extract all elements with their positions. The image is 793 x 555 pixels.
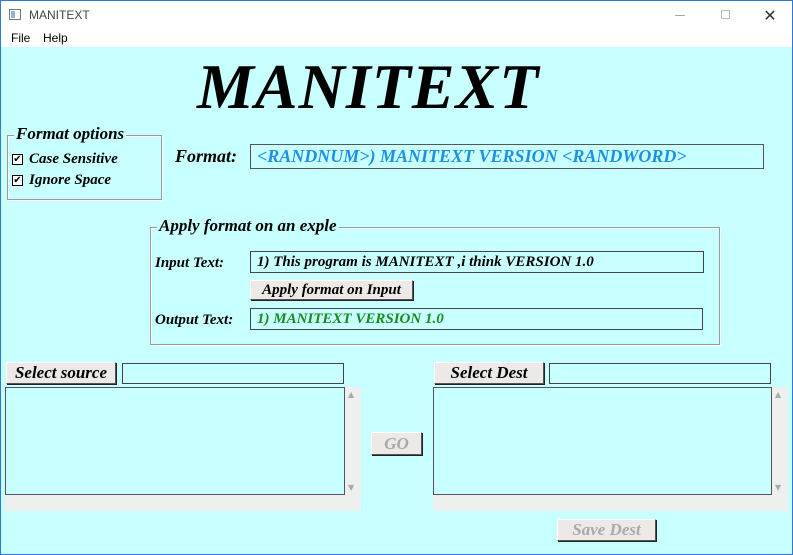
output-text-field[interactable]: 1) MANITEXT VERSION 1.0: [250, 308, 703, 330]
case-sensitive-label[interactable]: Case Sensitive: [29, 151, 118, 168]
format-input-value: <RANDNUM>) MANITEXT VERSION <RANDWORD>: [257, 146, 687, 166]
case-sensitive-checkbox[interactable]: ✔: [12, 154, 23, 165]
maximize-button[interactable]: [703, 1, 749, 30]
scroll-up-icon[interactable]: ▲: [775, 390, 781, 399]
select-dest-button[interactable]: Select Dest: [434, 362, 544, 384]
ignore-space-label[interactable]: Ignore Space: [29, 172, 111, 189]
source-textarea[interactable]: [5, 387, 345, 495]
input-text-label: Input Text:: [155, 255, 225, 271]
apply-example-title: Apply format on an exple: [157, 216, 339, 236]
format-options-title: Format options: [14, 124, 127, 144]
input-text-value: 1) This program is MANITEXT ,i think VER…: [257, 254, 594, 270]
input-text-field[interactable]: 1) This program is MANITEXT ,i think VER…: [250, 251, 704, 273]
output-text-label: Output Text:: [155, 312, 234, 328]
source-horizontal-scrollbar[interactable]: [5, 495, 361, 511]
menu-help[interactable]: Help: [43, 31, 68, 45]
title-bar: MANITEXT ✕: [1, 1, 792, 30]
close-button[interactable]: ✕: [747, 1, 792, 30]
maximize-icon: [721, 10, 730, 19]
dest-path-field[interactable]: [549, 363, 771, 384]
minimize-button[interactable]: [657, 1, 703, 30]
format-label: Format:: [175, 146, 238, 166]
scroll-down-icon[interactable]: ▼: [775, 483, 781, 492]
app-heading: MANITEXT: [197, 51, 540, 122]
go-button[interactable]: GO: [371, 432, 422, 455]
scroll-down-icon[interactable]: ▼: [348, 483, 354, 492]
apply-format-button[interactable]: Apply format on Input: [250, 280, 413, 300]
format-input[interactable]: <RANDNUM>) MANITEXT VERSION <RANDWORD>: [250, 144, 764, 169]
ignore-space-checkbox[interactable]: ✔: [12, 175, 23, 186]
menu-bar: File Help: [1, 30, 792, 47]
close-icon: ✕: [763, 6, 777, 25]
app-window: MANITEXT ✕ File Help MANITEXT Format opt…: [0, 0, 793, 555]
menu-file[interactable]: File: [11, 31, 30, 45]
source-path-field[interactable]: [122, 363, 344, 384]
scroll-up-icon[interactable]: ▲: [348, 390, 354, 399]
app-icon: [9, 9, 21, 20]
dest-horizontal-scrollbar[interactable]: [433, 495, 788, 511]
source-vertical-scrollbar[interactable]: ▲ ▼: [345, 387, 361, 495]
window-title: MANITEXT: [29, 8, 90, 22]
save-dest-button[interactable]: Save Dest: [557, 519, 656, 541]
dest-vertical-scrollbar[interactable]: ▲ ▼: [772, 387, 788, 495]
output-text-value: 1) MANITEXT VERSION 1.0: [257, 311, 444, 327]
dest-textarea[interactable]: [433, 387, 772, 495]
minimize-icon: [675, 15, 685, 16]
format-options-group: Format options ✔ Case Sensitive ✔ Ignore…: [7, 124, 162, 200]
select-source-button[interactable]: Select source: [6, 362, 116, 384]
